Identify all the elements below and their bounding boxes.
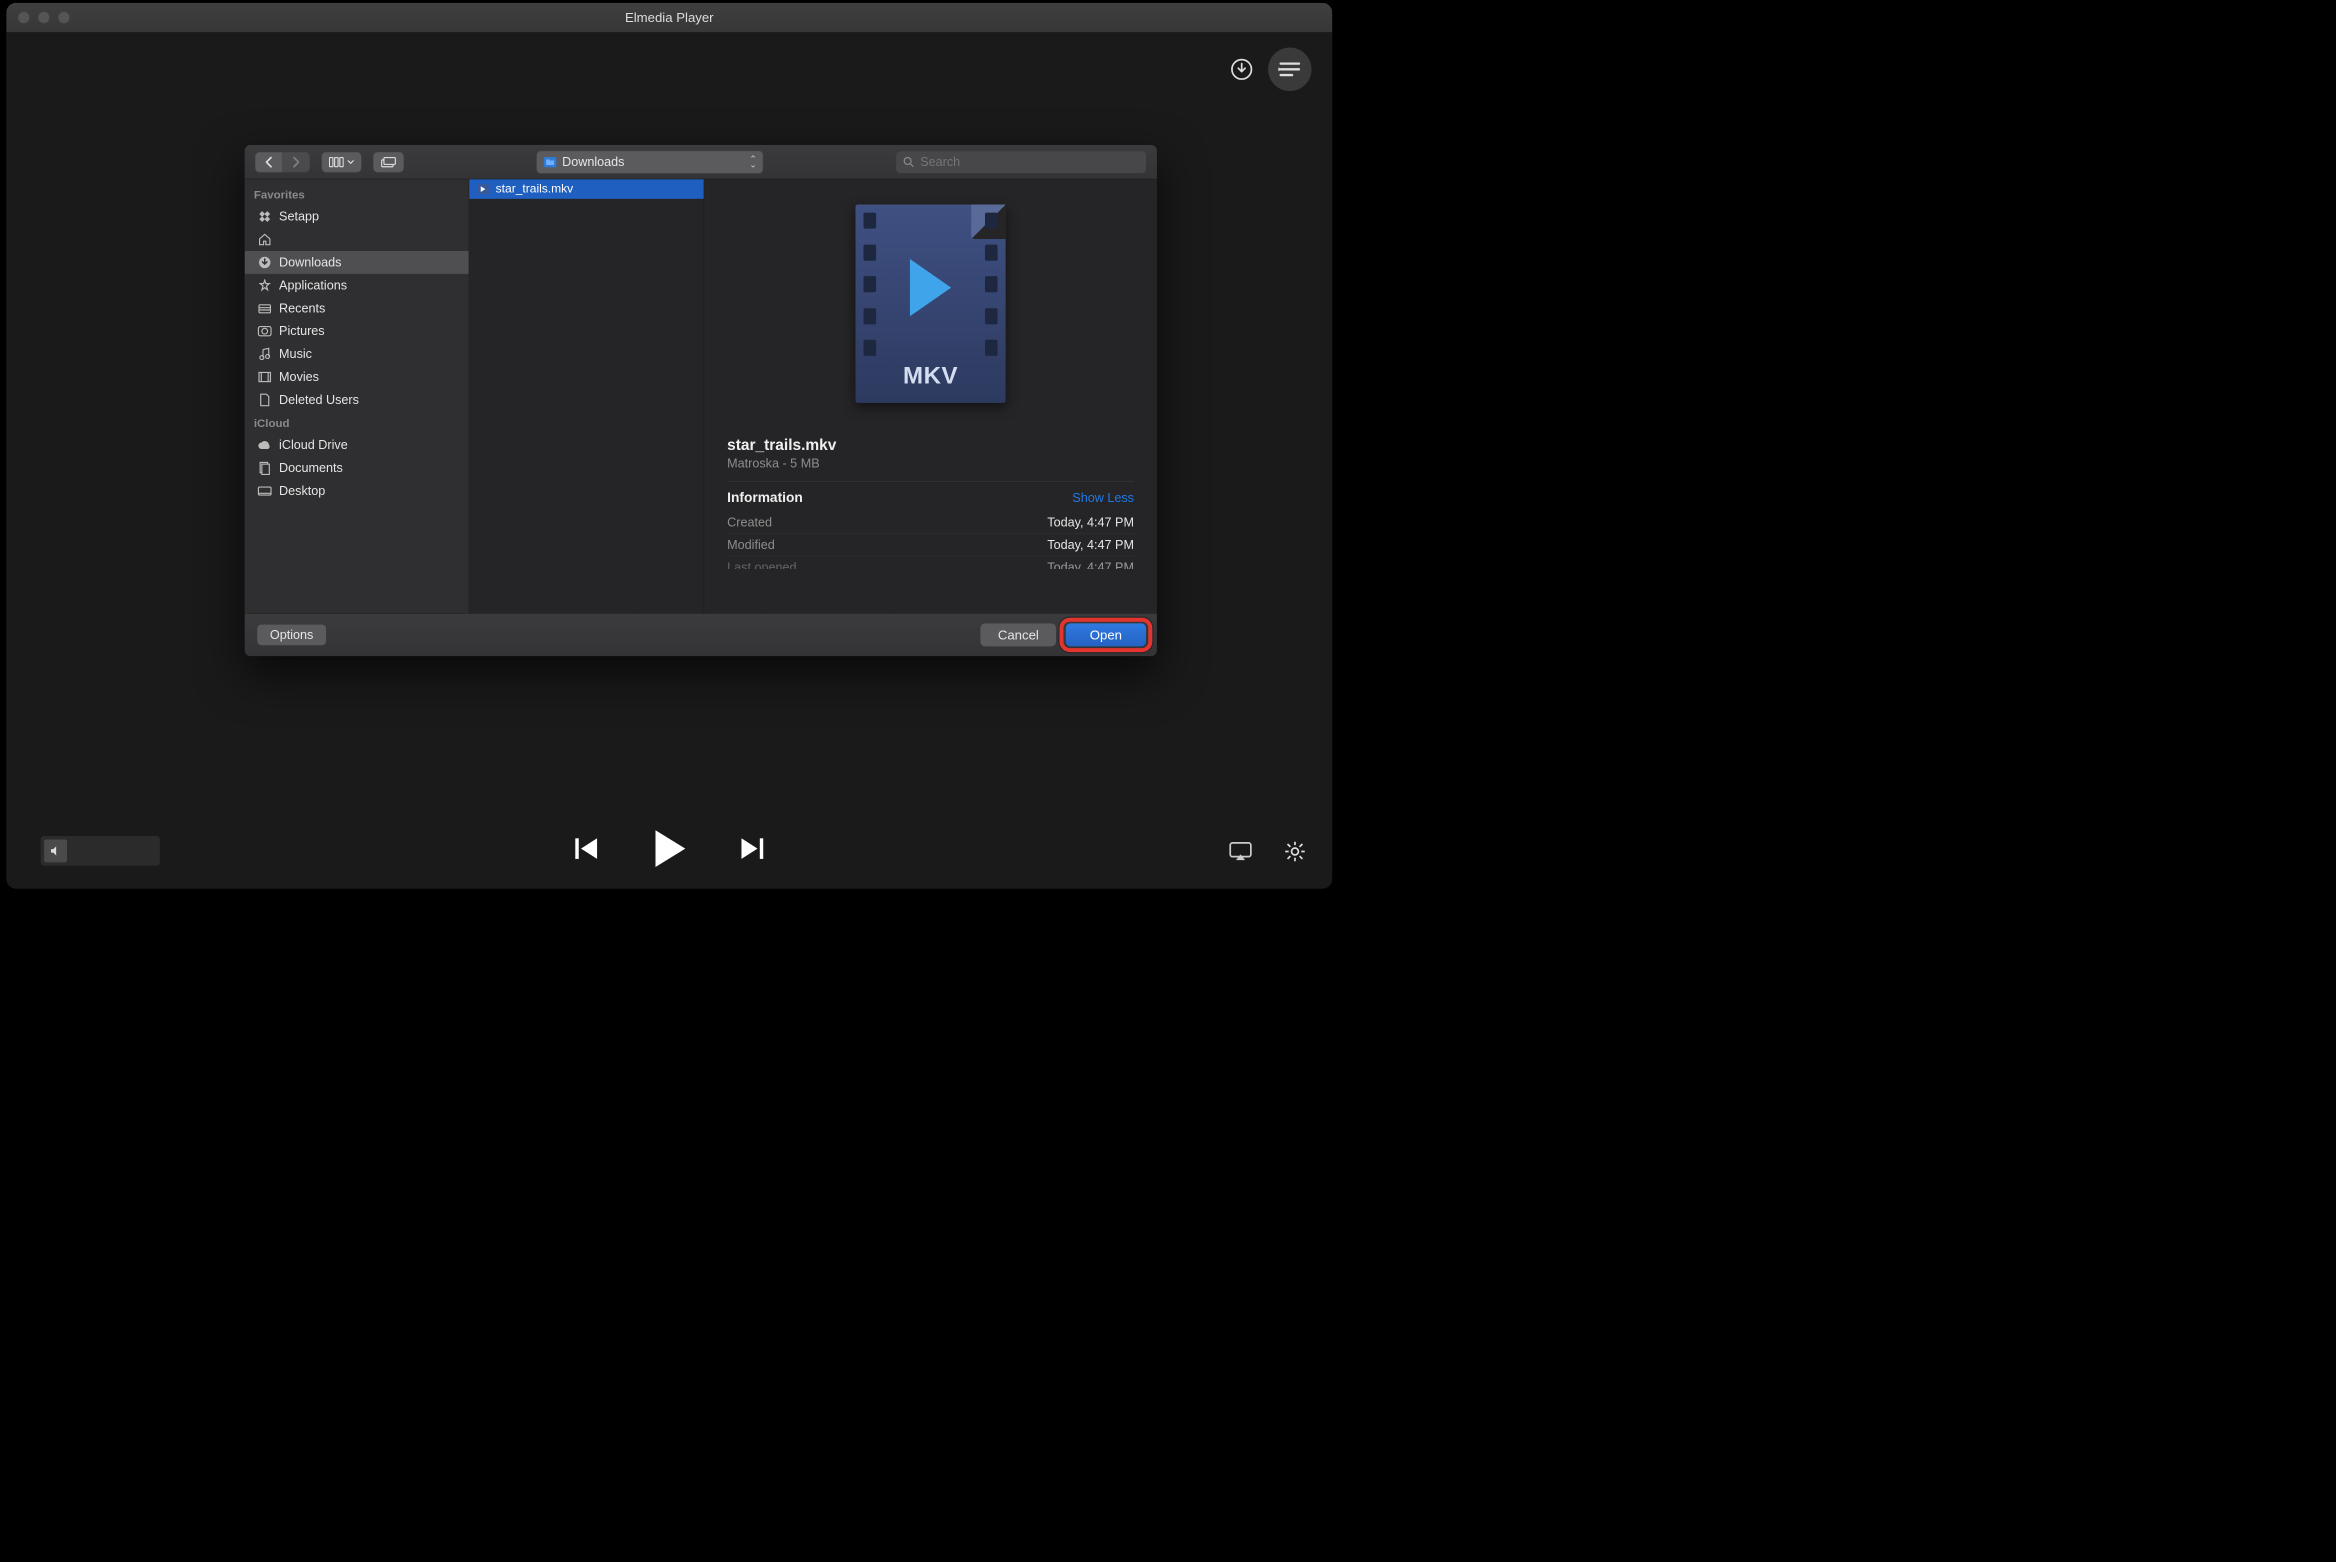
info-label: Created — [727, 515, 772, 530]
titlebar: Elmedia Player — [6, 3, 1332, 33]
sidebar-item-label: Movies — [279, 370, 319, 385]
player-controls — [6, 809, 1332, 889]
file-name: star_trails.mkv — [496, 182, 574, 196]
pictures-icon — [257, 324, 272, 339]
sidebar-item-label: Recents — [279, 301, 325, 316]
info-value: Today, 4:47 PM — [1047, 515, 1134, 530]
sidebar-item-label: Desktop — [279, 484, 325, 499]
sidebar-item-desktop[interactable]: Desktop — [245, 480, 469, 503]
previous-track-button[interactable] — [574, 835, 599, 863]
view-mode-segment — [321, 152, 361, 173]
nav-segment — [255, 152, 310, 173]
downloads-icon — [257, 255, 272, 270]
sidebar-item-icloud-drive[interactable]: iCloud Drive — [245, 434, 469, 457]
music-icon — [257, 347, 272, 362]
sidebar-item-label: Pictures — [279, 324, 325, 339]
top-right-controls — [1230, 48, 1311, 92]
open-button[interactable]: Open — [1066, 623, 1146, 646]
dialog-toolbar: Downloads ⌃⌄ — [245, 145, 1157, 179]
info-value: Today, 4:47 PM — [1047, 560, 1134, 566]
sidebar-item-recents[interactable]: Recents — [245, 297, 469, 320]
settings-button[interactable] — [1284, 841, 1306, 863]
sidebar-section-header: iCloud — [245, 411, 469, 433]
recents-icon — [257, 301, 272, 316]
sidebar-item-setapp[interactable]: Setapp — [245, 205, 469, 228]
cancel-button[interactable]: Cancel — [981, 623, 1056, 646]
open-button-highlight: Open — [1059, 618, 1152, 652]
download-icon[interactable] — [1230, 58, 1253, 81]
chevron-down-icon — [347, 160, 354, 165]
sidebar-item-movies[interactable]: Movies — [245, 366, 469, 389]
location-popup[interactable]: Downloads ⌃⌄ — [536, 150, 763, 173]
sidebar-item-label: Applications — [279, 278, 347, 293]
sidebar: Favorites Setapp Downloads Applications Rece… — [245, 179, 470, 613]
file-preview-icon: MKV — [855, 205, 1005, 403]
airplay-button[interactable] — [1229, 842, 1252, 861]
sidebar-item-label: Downloads — [279, 255, 341, 270]
sidebar-item-documents[interactable]: Documents — [245, 457, 469, 480]
info-value: Today, 4:47 PM — [1047, 537, 1134, 552]
sidebar-item-home[interactable] — [245, 228, 469, 251]
show-less-link[interactable]: Show Less — [1072, 490, 1134, 505]
info-header: Information Show Less — [727, 481, 1134, 511]
info-header-label: Information — [727, 490, 803, 506]
applications-icon — [257, 278, 272, 293]
info-label: Modified — [727, 537, 775, 552]
forward-button[interactable] — [282, 152, 310, 173]
sidebar-item-music[interactable]: Music — [245, 343, 469, 366]
document-icon — [257, 393, 272, 408]
view-mode-button[interactable] — [321, 152, 361, 173]
file-row[interactable]: star_trails.mkv — [469, 179, 703, 198]
info-row: Last opened Today, 4:47 PM — [727, 556, 1134, 569]
desktop-icon — [257, 484, 272, 499]
play-button[interactable] — [651, 828, 688, 869]
popup-chevrons-icon: ⌃⌄ — [749, 157, 757, 167]
sidebar-section-header: Favorites — [245, 183, 469, 205]
video-file-icon — [477, 184, 490, 194]
sidebar-item-label: Setapp — [279, 209, 319, 224]
location-label: Downloads — [562, 154, 624, 169]
home-icon — [257, 232, 272, 247]
movies-icon — [257, 370, 272, 385]
sidebar-item-applications[interactable]: Applications — [245, 274, 469, 297]
sidebar-item-label: Music — [279, 347, 312, 362]
volume-control[interactable] — [41, 836, 160, 866]
app-title: Elmedia Player — [6, 10, 1332, 25]
next-track-button[interactable] — [739, 835, 764, 863]
file-list: star_trails.mkv — [469, 179, 704, 613]
documents-icon — [257, 461, 272, 476]
sidebar-item-label: iCloud Drive — [279, 438, 348, 453]
folder-icon — [544, 157, 557, 167]
sidebar-item-deleted-users[interactable]: Deleted Users — [245, 388, 469, 411]
back-button[interactable] — [255, 152, 283, 173]
search-input[interactable] — [920, 154, 1139, 169]
cloud-icon — [257, 438, 272, 453]
dialog-footer: Options Cancel Open — [245, 614, 1157, 656]
playlist-button[interactable] — [1268, 48, 1312, 92]
group-button[interactable] — [373, 152, 404, 173]
open-file-dialog: Downloads ⌃⌄ Favorites Setapp Downloads App… — [245, 145, 1157, 656]
search-field[interactable] — [896, 150, 1147, 173]
preview-filename: star_trails.mkv — [727, 436, 1134, 454]
options-button[interactable]: Options — [257, 625, 326, 646]
preview-pane: MKV star_trails.mkv Matroska - 5 MB Info… — [704, 179, 1157, 613]
setapp-icon — [257, 209, 272, 224]
app-window: Elmedia Player — [6, 2, 1333, 889]
volume-icon — [44, 839, 67, 862]
file-type-label: MKV — [855, 362, 1005, 390]
info-row: Created Today, 4:47 PM — [727, 512, 1134, 534]
info-row: Modified Today, 4:47 PM — [727, 534, 1134, 556]
preview-subtitle: Matroska - 5 MB — [727, 456, 1134, 471]
info-label: Last opened — [727, 560, 796, 566]
search-icon — [903, 156, 914, 167]
sidebar-item-pictures[interactable]: Pictures — [245, 320, 469, 343]
sidebar-item-downloads[interactable]: Downloads — [245, 251, 469, 274]
sidebar-item-label: Documents — [279, 461, 343, 476]
sidebar-item-label: Deleted Users — [279, 393, 359, 408]
